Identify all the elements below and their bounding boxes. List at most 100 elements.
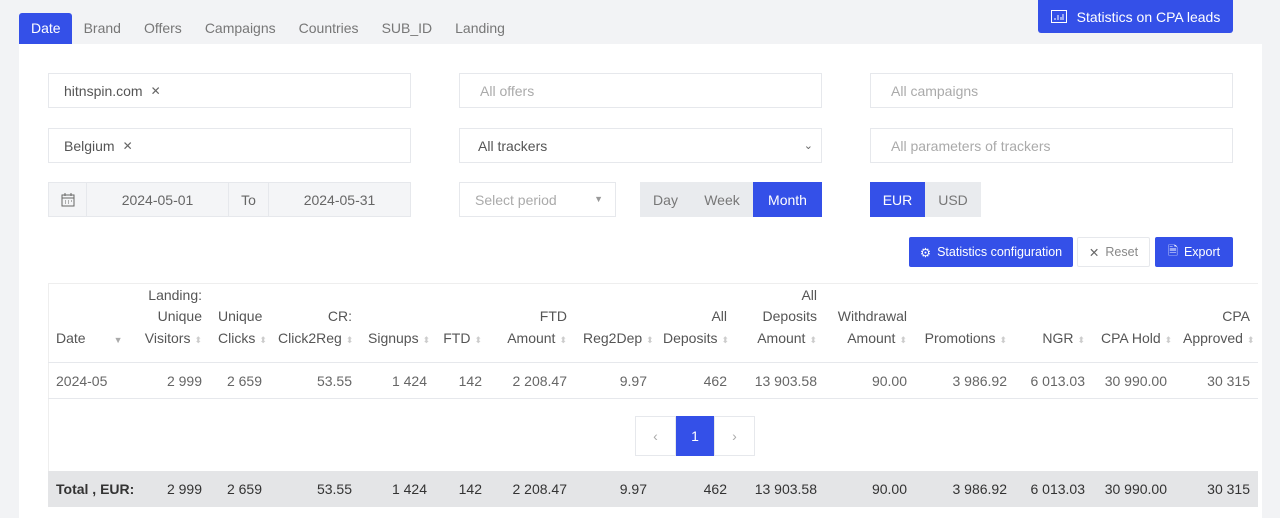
export-button[interactable]: 🗎 Export	[1155, 237, 1233, 267]
column-header[interactable]: FTD ⬍	[435, 283, 490, 363]
tracker-params-placeholder: All parameters of trackers	[891, 137, 1051, 154]
column-header[interactable]: Reg2Dep ⬍	[575, 283, 655, 363]
header-line	[443, 285, 482, 307]
sort-icon[interactable]: ⬍	[423, 335, 431, 345]
trackers-select[interactable]: All trackers ⌄	[459, 128, 822, 163]
cpa-leads-button[interactable]: Statistics on CPA leads	[1038, 0, 1233, 33]
total-cell: 2 999	[166, 481, 202, 497]
tab-campaigns[interactable]: Campaigns	[193, 13, 287, 44]
sort-icon[interactable]: ⬍	[1077, 335, 1085, 345]
table-cell: 1 424	[360, 362, 435, 399]
offers-placeholder: All offers	[480, 82, 535, 99]
statistics-table: Date ▼ Landing: Unique Visitors ⬍ Unique Click…	[48, 283, 1258, 399]
next-page-button[interactable]: ›	[714, 416, 755, 456]
reset-label: Reset	[1105, 245, 1139, 259]
table-cell: 2024-05	[48, 362, 135, 399]
column-header[interactable]: Signups ⬍	[360, 283, 435, 363]
header-line	[1101, 306, 1167, 328]
header-line	[498, 285, 567, 307]
sort-icon[interactable]: ⬍	[899, 335, 907, 345]
tracker-params-filter[interactable]: All parameters of trackers	[870, 128, 1233, 163]
date-from-input[interactable]: 2024-05-01	[87, 183, 229, 216]
column-header[interactable]: All Deposits ⬍	[655, 283, 735, 363]
campaigns-filter[interactable]: All campaigns	[870, 73, 1233, 108]
header-line	[1101, 285, 1167, 307]
country-filter[interactable]: Belgium ✕	[48, 128, 411, 163]
column-header[interactable]: CPA Approved ⬍	[1175, 283, 1258, 363]
total-table: Total , EUR: 2 999 2 659 53.55 1 424 142 2 208…	[48, 471, 1258, 507]
header-line: CR:	[327, 308, 352, 324]
tab-brand[interactable]: Brand	[72, 13, 132, 44]
date-range: 2024-05-01 To 2024-05-31	[48, 182, 411, 217]
usd-button[interactable]: USD	[925, 182, 981, 217]
date-to-input[interactable]: 2024-05-31	[269, 183, 410, 216]
calendar-icon[interactable]	[49, 183, 87, 216]
sort-icon[interactable]: ⬍	[346, 335, 354, 345]
day-button[interactable]: Day	[640, 182, 691, 217]
column-header[interactable]: Date ▼	[48, 283, 135, 363]
table-cell: 30 315	[1175, 362, 1258, 399]
page-1-button[interactable]: 1	[676, 416, 714, 456]
table-cell: 9.97	[575, 362, 655, 399]
header-line: Amount	[847, 329, 896, 346]
header-line	[833, 285, 907, 307]
column-header[interactable]: NGR ⬍	[1015, 283, 1093, 363]
pagination: ‹ 1 ›	[635, 416, 755, 456]
remove-icon[interactable]: ✕	[123, 139, 133, 153]
column-header[interactable]: Withdrawal Amount ⬍	[825, 283, 915, 363]
sort-icon[interactable]: ⬍	[259, 335, 267, 345]
remove-icon[interactable]: ✕	[151, 84, 161, 98]
column-header[interactable]: CPA Hold ⬍	[1093, 283, 1175, 363]
tab-sub-id[interactable]: SUB_ID	[370, 13, 444, 44]
total-cell: 9.97	[619, 481, 647, 497]
sort-desc-icon[interactable]: ▼	[114, 335, 123, 345]
header-line: Unique	[157, 308, 202, 324]
caret-down-icon: ▼	[594, 194, 603, 204]
reset-button[interactable]: ✕ Reset	[1077, 237, 1150, 267]
sort-icon[interactable]: ⬍	[999, 335, 1007, 345]
table-cell: 2 208.47	[490, 362, 575, 399]
column-header[interactable]: FTD Amount ⬍	[490, 283, 575, 363]
prev-page-button[interactable]: ‹	[635, 416, 676, 456]
column-header[interactable]: CR: Click2Reg ⬍	[270, 283, 360, 363]
header-line: Withdrawal	[837, 308, 907, 324]
tab-offers[interactable]: Offers	[132, 13, 193, 44]
column-header[interactable]: Unique Clicks ⬍	[210, 283, 270, 363]
sort-icon[interactable]: ⬍	[474, 335, 482, 345]
table-cell: 462	[655, 362, 735, 399]
offers-filter[interactable]: All offers	[459, 73, 822, 108]
table-cell: 142	[435, 362, 490, 399]
sort-icon[interactable]: ⬍	[559, 335, 567, 345]
period-select[interactable]: Select period ▼	[459, 182, 616, 217]
tab-date[interactable]: Date	[19, 13, 72, 44]
header-line: Signups	[368, 329, 419, 346]
month-button[interactable]: Month	[753, 182, 822, 217]
header-line	[368, 285, 427, 307]
total-cell: 462	[703, 481, 727, 497]
chart-icon	[1050, 10, 1067, 23]
header-line: All	[711, 308, 727, 324]
sort-icon[interactable]: ⬍	[194, 335, 202, 345]
column-header[interactable]: Promotions ⬍	[915, 283, 1015, 363]
header-line	[663, 285, 727, 307]
sort-icon[interactable]: ⬍	[721, 335, 729, 345]
sort-icon[interactable]: ⬍	[646, 335, 654, 345]
brand-filter[interactable]: hitnspin.com ✕	[48, 73, 411, 108]
eur-button[interactable]: EUR	[870, 182, 925, 217]
currency-toggle: EUR USD	[870, 182, 981, 217]
header-line: CPA Hold	[1101, 329, 1161, 346]
week-button[interactable]: Week	[691, 182, 753, 217]
statistics-config-button[interactable]: ⚙ Statistics configuration	[909, 237, 1073, 267]
total-cell: Total , EUR:	[56, 481, 135, 497]
total-cell: 30 315	[1207, 481, 1250, 497]
cpa-leads-label: Statistics on CPA leads	[1076, 8, 1221, 25]
column-header[interactable]: All Deposits Amount ⬍	[735, 283, 825, 363]
sort-icon[interactable]: ⬍	[809, 335, 817, 345]
tab-landing[interactable]: Landing	[443, 13, 516, 44]
period-placeholder: Select period	[475, 191, 557, 208]
report-tabs: Date Brand Offers Campaigns Countries SU…	[19, 13, 516, 44]
sort-icon[interactable]: ⬍	[1165, 335, 1173, 345]
tab-countries[interactable]: Countries	[287, 13, 370, 44]
column-header[interactable]: Landing: Unique Visitors ⬍	[135, 283, 210, 363]
sort-icon[interactable]: ⬍	[1247, 335, 1255, 345]
